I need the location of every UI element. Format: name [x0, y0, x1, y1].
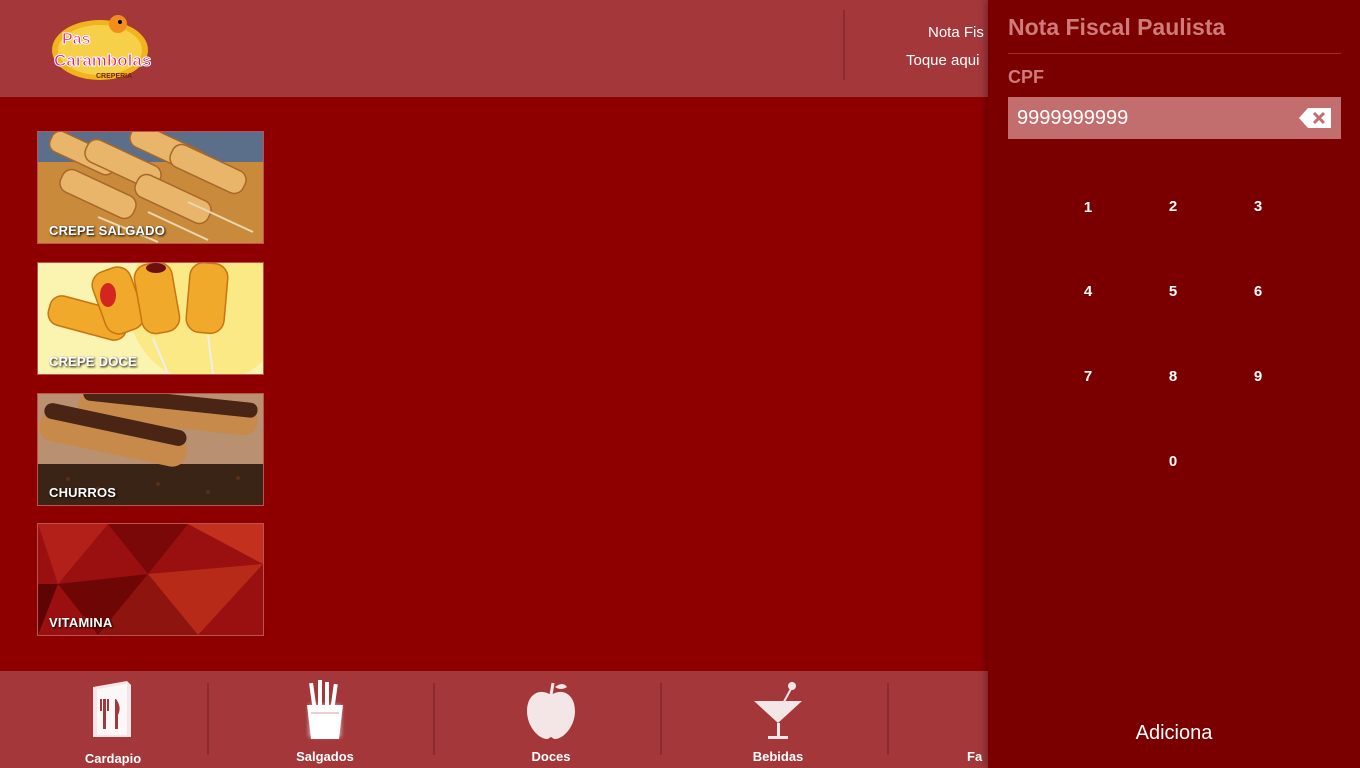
logo-line3: CREPERIA [96, 73, 132, 80]
cpf-input[interactable] [1008, 97, 1288, 139]
nav-divider [660, 683, 662, 755]
nav-bebidas[interactable]: Bebidas [665, 671, 891, 768]
key-2[interactable]: 2 [1143, 187, 1203, 227]
category-label: CREPE SALGADO [49, 223, 166, 238]
key-6[interactable]: 6 [1228, 272, 1288, 312]
panel-title: Nota Fiscal Paulista [1008, 14, 1226, 40]
nota-fiscal-panel: Nota Fiscal Paulista CPF 1 2 3 4 5 6 7 8… [988, 0, 1360, 768]
nav-cardapio[interactable]: Cardapio [0, 671, 226, 768]
logo-line2: Carambolas [54, 51, 151, 70]
category-crepe-salgado[interactable]: CREPE SALGADO [37, 131, 264, 244]
category-churros[interactable]: CHURROS [37, 393, 264, 506]
app-logo: Pas Carambolas CREPERIA [50, 10, 152, 82]
cpf-label: CPF [1008, 67, 1044, 87]
key-3[interactable]: 3 [1228, 187, 1288, 227]
key-4[interactable]: 4 [1058, 272, 1118, 312]
nav-label: Salgados [296, 749, 354, 764]
nav-label: Cardapio [84, 751, 142, 766]
key-5[interactable]: 5 [1143, 272, 1203, 312]
category-vitamina[interactable]: VITAMINA [37, 523, 264, 636]
cpf-field[interactable] [1008, 97, 1341, 139]
category-label: VITAMINA [49, 615, 113, 630]
key-9[interactable]: 9 [1228, 357, 1288, 397]
nav-divider [207, 683, 209, 755]
key-8[interactable]: 8 [1143, 357, 1203, 397]
category-label: CHURROS [49, 485, 117, 500]
nav-salgados[interactable]: Salgados [212, 671, 438, 768]
category-crepe-doce[interactable]: CREPE DOCE [37, 262, 264, 375]
key-1[interactable]: 1 [1058, 188, 1118, 228]
nota-fiscal-header-text[interactable]: Nota Fis [928, 24, 984, 41]
category-label: CREPE DOCE [49, 354, 137, 369]
nav-label: Doces [531, 749, 571, 764]
fries-icon [307, 680, 343, 739]
backspace-icon[interactable] [1299, 108, 1331, 128]
nav-divider [433, 683, 435, 755]
cocktail-icon [754, 682, 802, 739]
nav-label: Bebidas [752, 749, 804, 764]
key-7[interactable]: 7 [1058, 357, 1118, 397]
nav-doces[interactable]: Doces [438, 671, 664, 768]
key-0[interactable]: 0 [1143, 442, 1203, 482]
header-divider [843, 10, 845, 80]
panel-divider [1008, 53, 1341, 54]
adiciona-button[interactable]: Adiciona [988, 722, 1360, 752]
menu-book-icon [93, 681, 131, 737]
nota-fiscal-tap-hint[interactable]: Toque aqui [906, 52, 979, 69]
apple-icon [527, 682, 575, 739]
logo-line1: Pas [62, 31, 91, 48]
